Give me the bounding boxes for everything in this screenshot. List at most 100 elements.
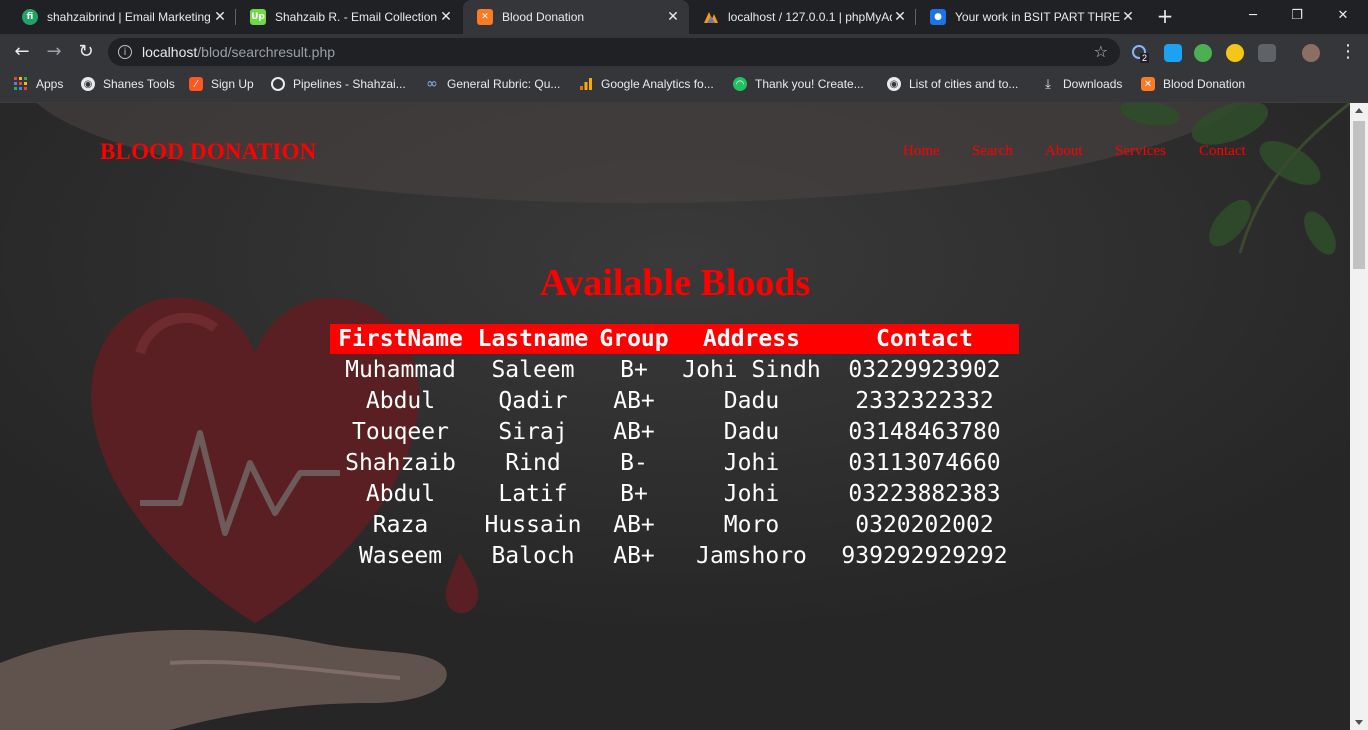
bookmark-label: Thank you! Create...	[755, 77, 864, 91]
cell-group: AB+	[613, 542, 655, 569]
scroll-up-arrow-icon[interactable]	[1355, 108, 1363, 113]
column-header: Address	[673, 324, 830, 354]
bookmark-shanes-tools[interactable]: ◉ Shanes Tools	[81, 70, 175, 98]
scroll-down-arrow-icon[interactable]	[1355, 720, 1363, 725]
cell-lastname: Hussain	[484, 511, 582, 538]
analytics-icon	[579, 77, 593, 91]
extension-badge: 2	[1140, 53, 1150, 63]
close-icon[interactable]: ✕	[1120, 9, 1136, 25]
reload-icon[interactable]: ↻	[74, 40, 98, 64]
close-icon[interactable]: ✕	[438, 9, 454, 25]
column-header: Lastname	[471, 324, 595, 354]
cell-address: Johi	[723, 480, 780, 507]
nav-contact[interactable]: Contact	[1199, 143, 1246, 160]
menu-kebab-icon[interactable]: ⋮	[1336, 40, 1360, 64]
cell-firstname: Touqeer	[352, 418, 449, 445]
cell-address: Johi Sindh	[682, 356, 821, 383]
nav-search[interactable]: Search	[972, 143, 1013, 160]
cell-group: AB+	[613, 387, 655, 414]
restore-icon[interactable]: ❐	[1280, 4, 1314, 28]
extension-icon[interactable]	[1226, 44, 1244, 62]
bookmark-list-of-cities[interactable]: ◉ List of cities and to...	[887, 70, 1018, 98]
bookmark-blood-donation[interactable]: ✕ Blood Donation	[1141, 70, 1245, 98]
bookmark-label: Google Analytics fo...	[601, 77, 714, 91]
bookmark-pipelines[interactable]: Pipelines - Shahzai...	[271, 70, 406, 98]
bookmark-apps[interactable]: Apps	[14, 70, 63, 98]
forward-arrow-icon[interactable]: →	[42, 40, 66, 64]
table-row: Waseem Baloch AB+ Jamshoro 939292929292	[330, 540, 1019, 571]
back-arrow-icon[interactable]: ←	[10, 40, 34, 64]
close-icon[interactable]: ✕	[212, 9, 228, 25]
cell-address: Johi	[723, 449, 780, 476]
browser-tab-active[interactable]: ✕ Blood Donation ✕	[463, 0, 689, 34]
bookmark-google-analytics[interactable]: Google Analytics fo...	[579, 70, 714, 98]
extension-icon[interactable]	[1164, 44, 1182, 62]
url-text[interactable]: localhost/blod/searchresult.php	[142, 44, 335, 60]
cell-firstname: Shahzaib	[345, 449, 456, 476]
extension-icon[interactable]	[1194, 44, 1212, 62]
site-brand[interactable]: BLOOD DONATION	[100, 139, 316, 165]
pipelines-icon	[271, 77, 285, 91]
signup-icon: ⁄	[189, 77, 203, 91]
close-icon[interactable]: ✕	[665, 9, 681, 25]
browser-tab-4[interactable]: localhost / 127.0.0.1 | phpMyAd ✕	[689, 0, 916, 34]
bookmark-label: Shanes Tools	[103, 77, 175, 91]
cell-lastname: Latif	[498, 480, 568, 507]
page-title: Available Bloods	[539, 262, 811, 304]
extension-icon[interactable]: 2	[1131, 44, 1150, 63]
browser-tab-2[interactable]: Up Shahzaib R. - Email Collection, ✕	[236, 0, 462, 34]
table-row: Muhammad Saleem B+ Johi Sindh 0322992390…	[330, 354, 1019, 385]
cell-lastname: Baloch	[491, 542, 575, 569]
scrollbar-thumb[interactable]	[1353, 121, 1365, 269]
avatar[interactable]	[1302, 44, 1320, 62]
nav-about[interactable]: About	[1045, 143, 1083, 160]
cell-firstname: Waseem	[358, 542, 443, 569]
cell-group: B+	[620, 356, 648, 383]
browser-tab-1[interactable]: fi shahzaibrind | Email Marketing ✕	[8, 0, 236, 34]
window-close-icon[interactable]: ✕	[1326, 4, 1360, 28]
cell-contact: 03148463780	[848, 418, 1001, 445]
cell-contact: 0320202002	[855, 511, 994, 538]
page-scrollbar[interactable]	[1350, 103, 1368, 730]
table-row: Touqeer Siraj AB+ Dadu 03148463780	[330, 416, 1019, 447]
donor-table-wrapper: FirstName Lastname Group Address Contact…	[330, 324, 1019, 571]
browser-tab-5[interactable]: ● Your work in BSIT PART THREE ✕	[916, 0, 1144, 34]
site-info-icon[interactable]: i	[118, 45, 132, 59]
bookmark-label: List of cities and to...	[909, 77, 1019, 91]
bookmark-general-rubric[interactable]: ∞ General Rubric: Qu...	[425, 70, 560, 98]
cell-contact: 03113074660	[848, 449, 1001, 476]
column-header: Group	[595, 324, 673, 354]
close-icon[interactable]: ✕	[892, 9, 908, 25]
xampp-icon: ✕	[1141, 77, 1155, 91]
cell-lastname: Rind	[505, 449, 561, 476]
cell-address: Moro	[723, 511, 780, 538]
tab-title: Your work in BSIT PART THREE	[955, 10, 1120, 24]
new-tab-icon[interactable]: +	[1155, 6, 1175, 26]
nav-services[interactable]: Services	[1115, 143, 1166, 160]
table-row: Abdul Qadir AB+ Dadu 2332322332	[330, 385, 1019, 416]
bookmark-downloads[interactable]: ⤓ Downloads	[1041, 70, 1122, 98]
cell-contact: 03229923902	[848, 356, 1001, 383]
mailchimp-icon: fi	[22, 9, 38, 25]
bookmark-sign-up[interactable]: ⁄ Sign Up	[189, 70, 254, 98]
cell-firstname: Raza	[372, 511, 429, 538]
table-row: Raza Hussain AB+ Moro 0320202002	[330, 509, 1019, 540]
extension-icon[interactable]	[1258, 44, 1276, 62]
address-bar[interactable]: i localhost/blod/searchresult.php ☆	[108, 38, 1120, 66]
bookmark-star-icon[interactable]: ☆	[1094, 42, 1108, 61]
column-header: FirstName	[330, 324, 471, 354]
cell-address: Jamshoro	[696, 542, 807, 569]
infinity-icon: ∞	[426, 76, 438, 92]
tab-title: localhost / 127.0.0.1 | phpMyAd	[728, 10, 892, 24]
table-row: Shahzaib Rind B- Johi 03113074660	[330, 447, 1019, 478]
cell-firstname: Abdul	[365, 387, 436, 414]
cell-address: Dadu	[723, 418, 780, 445]
minimize-icon[interactable]: ─	[1236, 4, 1270, 28]
tab-title: shahzaibrind | Email Marketing	[47, 10, 211, 24]
browser-toolbar: ← → ↻ i localhost/blod/searchresult.php …	[0, 34, 1368, 70]
bookmark-thank-you[interactable]: ◠ Thank you! Create...	[733, 70, 864, 98]
url-path: /blod/searchresult.php	[197, 44, 336, 60]
bookmark-label: Apps	[36, 77, 64, 91]
nav-home[interactable]: Home	[903, 143, 940, 160]
download-icon: ⤓	[1045, 76, 1051, 92]
